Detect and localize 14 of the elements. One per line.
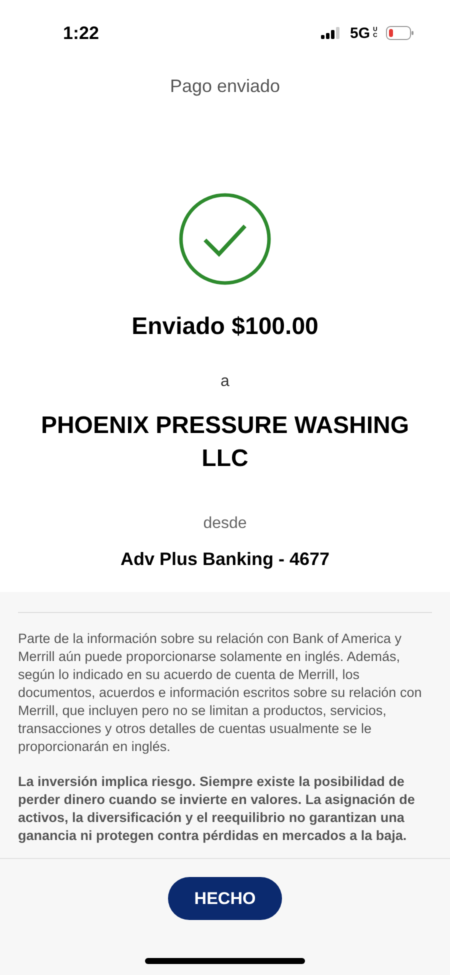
- done-button[interactable]: HECHO: [168, 877, 282, 920]
- to-label: a: [220, 373, 230, 391]
- account-name: Adv Plus Banking - 4677: [120, 549, 330, 570]
- disclosure-text: Parte de la información sobre su relación con Bank of America y Merrill aún puede proporcionarse solamente en inglés. Además, según lo indicado en su acuerdo de cuenta de Merrill, los documentos, acuerdos e información escritos sobre su relación con Merrill, que incluyen pero no se limitan a productos, servicios, transacciones y otros detalles de cuentas usualmente se le proporcionarán en inglés.: [18, 630, 423, 756]
- network-label: 5G: [350, 24, 370, 42]
- battery-icon: [386, 26, 414, 40]
- from-label: desde: [203, 515, 247, 533]
- signal-icon: [320, 27, 341, 39]
- disclosure-text: La inversión implica riesgo. Siempre existe la posibilidad de perder dinero cuando se invierte en valores. La asignación de activos, la diversificación y el reequilibrio no garantizan una ganancia ni protegen contra pérdidas en mercados a la baja.: [18, 773, 416, 845]
- payee-name: PHOENIX PRESSURE WASHING LLC: [40, 411, 410, 474]
- clock-time: 1:22: [63, 22, 100, 44]
- screen-title: Pago enviado: [168, 75, 282, 98]
- amount-sent: Enviado $100.00: [132, 313, 318, 341]
- success-check-icon: [179, 193, 271, 285]
